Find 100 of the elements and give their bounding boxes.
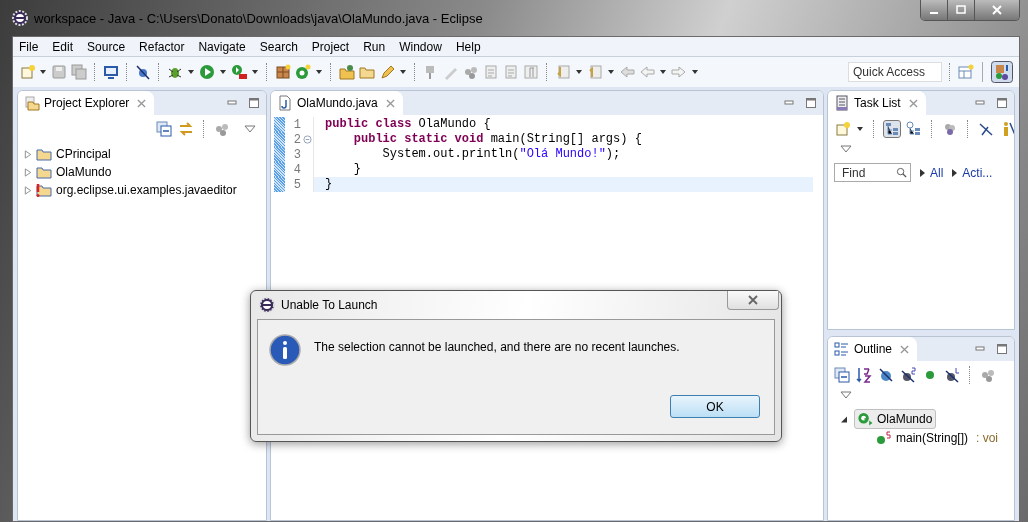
line-number: 5 (292, 177, 301, 192)
caret-icon[interactable] (607, 68, 615, 76)
code-line: System.out.println("Olá Mundo!"); (313, 147, 813, 162)
tree-item[interactable]: CPrincipal (24, 145, 260, 163)
view-title: Task List (854, 96, 901, 110)
collapse-all-icon[interactable] (834, 367, 850, 383)
change-marker (274, 162, 285, 177)
editor-tab-title: OlaMundo.java (297, 96, 378, 110)
fold-icon[interactable] (302, 135, 312, 144)
find-field[interactable]: Find (834, 163, 911, 182)
menu-item[interactable]: Window (399, 39, 442, 54)
outline-item[interactable]: OlaMundo (854, 409, 937, 429)
editor-tab[interactable]: OlaMundo.java (271, 91, 403, 115)
nodes-icon[interactable] (214, 121, 230, 137)
caret-icon[interactable] (399, 68, 407, 76)
link-arrows-icon[interactable] (178, 121, 194, 137)
view-menu-icon[interactable] (840, 391, 852, 399)
caret-icon[interactable] (187, 68, 195, 76)
close-button[interactable] (727, 291, 779, 310)
menu-item[interactable]: Source (87, 39, 126, 54)
change-marker (274, 177, 285, 192)
package-icon[interactable] (275, 64, 291, 80)
scheduled-icon[interactable] (906, 121, 922, 137)
close-button[interactable] (975, 0, 1019, 20)
hide-fields-icon[interactable] (878, 367, 894, 383)
open-folder-icon[interactable] (339, 64, 355, 80)
ok-button[interactable]: OK (670, 395, 760, 418)
line-number: 3 (292, 147, 301, 162)
dialog-message: The selection cannot be launched, and there are no recent launches. (314, 339, 680, 356)
line-number: 4 (292, 162, 301, 177)
change-marker (274, 147, 285, 162)
caret-icon[interactable] (219, 68, 227, 76)
sort-icon[interactable] (856, 367, 872, 383)
caret-icon[interactable] (315, 68, 323, 76)
eclipse-logo-icon (12, 10, 28, 26)
caret-icon[interactable] (251, 68, 259, 76)
view-tab[interactable]: Task List (828, 91, 926, 115)
crossed-icon[interactable] (978, 121, 994, 137)
info-icon (269, 334, 301, 366)
quick-access-field[interactable]: Quick Access (848, 62, 942, 82)
menu-item[interactable]: Refactor (139, 39, 185, 54)
filter-link[interactable]: Acti... (962, 165, 993, 180)
collapse-all-icon[interactable] (156, 121, 172, 137)
triangle-icon (920, 168, 925, 177)
menu-item[interactable]: File (19, 39, 39, 54)
menu-item[interactable]: Help (455, 39, 481, 54)
tree-item[interactable]: OlaMundo (24, 163, 260, 181)
close-icon[interactable] (137, 98, 147, 108)
view-menu-icon[interactable] (840, 145, 852, 153)
caret-icon[interactable] (575, 68, 583, 76)
caret-icon[interactable] (39, 68, 47, 76)
maximize-button[interactable] (948, 0, 975, 20)
nodes-icon[interactable] (942, 121, 958, 137)
hide-static-icon[interactable] (900, 367, 916, 383)
nodes-icon[interactable] (980, 367, 996, 383)
run-toolbox-icon[interactable] (231, 64, 247, 80)
minimize-button[interactable] (921, 0, 948, 20)
maximize-icon[interactable] (805, 97, 817, 109)
view-menu-icon[interactable] (244, 125, 256, 133)
new-class-icon[interactable] (295, 64, 311, 80)
pen-icon[interactable] (379, 64, 395, 80)
close-icon[interactable] (385, 98, 395, 108)
hide-local-icon[interactable] (944, 367, 960, 383)
open-perspective-icon[interactable] (958, 64, 974, 80)
maximize-icon[interactable] (996, 97, 1008, 109)
outline-item[interactable]: main(String[]) : voi (876, 429, 1008, 447)
menu-item[interactable]: Project (311, 39, 350, 54)
caret-icon[interactable] (856, 125, 864, 133)
minimize-icon (930, 12, 938, 14)
close-icon[interactable] (908, 98, 918, 108)
nodes-icon[interactable] (463, 64, 479, 80)
folder-icon[interactable] (359, 64, 375, 80)
view-tab[interactable]: Outline (828, 337, 918, 361)
menu-item[interactable]: Edit (52, 39, 74, 54)
line-number: 2 (292, 132, 301, 147)
java-file-icon (277, 95, 293, 111)
java-perspective-icon[interactable] (991, 61, 1013, 83)
maximize-icon (955, 4, 967, 16)
caret-icon[interactable] (659, 68, 667, 76)
monitor-icon[interactable] (103, 64, 119, 80)
expand-icon[interactable] (840, 414, 848, 424)
filter-link[interactable]: All (930, 165, 944, 180)
caret-icon[interactable] (691, 68, 699, 76)
maximize-icon[interactable] (996, 343, 1008, 355)
change-marker (274, 132, 285, 147)
menu-item[interactable]: Search (259, 39, 298, 54)
dialog-title: Unable To Launch (281, 298, 378, 312)
categories-icon[interactable] (884, 121, 900, 137)
run-icon[interactable] (199, 64, 215, 80)
menu-item[interactable]: Run (363, 39, 386, 54)
line-number: 1 (292, 117, 301, 132)
view-tab[interactable]: Project Explorer (18, 91, 155, 115)
window-title: workspace - Java - C:\Users\Donato\Downloads\java\OlaMundo.java - Eclipse (34, 10, 483, 26)
menu-item[interactable]: Navigate (198, 39, 246, 54)
tree-item[interactable]: org.eclipse.ui.examples.javaeditor (24, 181, 260, 199)
code-line: public static void main(String[] args) { (313, 132, 813, 147)
new-task-icon[interactable] (834, 121, 850, 137)
maximize-icon[interactable] (248, 97, 260, 109)
save-all-icon[interactable] (71, 64, 87, 80)
close-icon[interactable] (900, 344, 910, 354)
